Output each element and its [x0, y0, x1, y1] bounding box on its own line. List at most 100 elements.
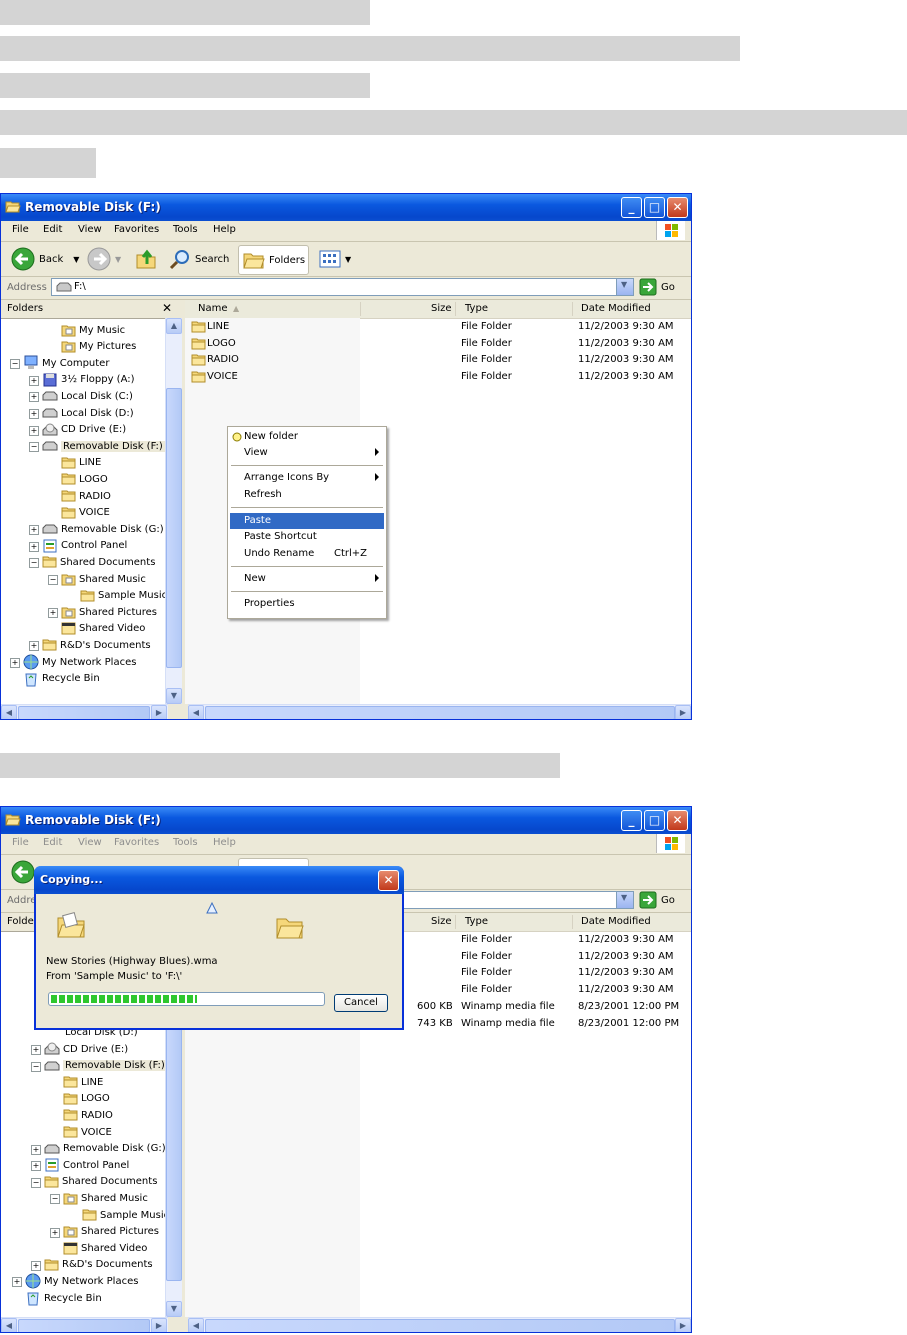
menu-help[interactable]: Help	[213, 224, 236, 235]
tree-item[interactable]: 3½ Floppy (A:)	[42, 372, 135, 388]
scroll-thumb[interactable]	[18, 1319, 150, 1332]
maximize-button[interactable]: □	[644, 197, 665, 218]
scroll-thumb[interactable]	[205, 1319, 675, 1332]
ctx-paste[interactable]: Paste	[230, 513, 384, 529]
column-divider[interactable]	[455, 915, 456, 929]
ctx-new-folder[interactable]: New folder	[230, 429, 384, 445]
dialog-title-bar[interactable]: Copying... ✕	[34, 866, 404, 894]
title-bar[interactable]: Removable Disk (F:) _ □ ✕	[1, 194, 691, 222]
scroll-down-button[interactable]: ▼	[166, 688, 182, 704]
tree-item[interactable]: Shared Pictures	[63, 1224, 159, 1240]
column-divider[interactable]	[572, 915, 573, 929]
tree-item[interactable]: R&D's Documents	[42, 637, 151, 653]
title-bar[interactable]: Removable Disk (F:) _ □ ✕	[1, 807, 691, 835]
close-button[interactable]: ✕	[667, 810, 688, 831]
menu-view[interactable]: View	[78, 224, 102, 235]
address-dropdown-button[interactable]: ▼	[616, 279, 633, 295]
scroll-thumb[interactable]	[166, 388, 182, 668]
list-horizontal-scrollbar[interactable]: ◀ ▶	[188, 704, 691, 719]
back-button[interactable]	[11, 860, 35, 884]
tree-item[interactable]: Shared Documents	[42, 554, 155, 570]
tree-item[interactable]: My Pictures	[61, 339, 136, 355]
menu-favorites[interactable]: Favorites	[114, 837, 159, 848]
up-folder-button[interactable]	[135, 248, 157, 270]
tree-horizontal-scrollbar[interactable]: ◀ ▶	[1, 704, 168, 719]
tree-item[interactable]: Sample Music	[80, 588, 167, 604]
scroll-left-button[interactable]: ◀	[1, 705, 17, 719]
column-divider[interactable]	[455, 302, 456, 316]
tree-item[interactable]: Removable Disk (G:)	[44, 1141, 166, 1157]
column-divider[interactable]	[572, 302, 573, 316]
file-row[interactable]: LINE File Folder 11/2/2003 9:30 AM	[185, 319, 691, 335]
tree-vertical-scrollbar[interactable]: ▲ ▼	[165, 318, 182, 704]
chevron-down-icon[interactable]: ▼	[115, 255, 121, 264]
tree-expander-icon[interactable]: +	[31, 1045, 41, 1055]
back-button[interactable]: Back ▼	[11, 247, 79, 271]
tree-item[interactable]: Shared Pictures	[61, 604, 157, 620]
tree-expander-icon[interactable]: −	[29, 558, 39, 569]
tree-expander-icon[interactable]: +	[10, 658, 20, 668]
menu-edit[interactable]: Edit	[43, 224, 62, 235]
tree-item[interactable]: Control Panel	[44, 1157, 129, 1173]
tree-item[interactable]: Removable Disk (G:)	[42, 521, 164, 537]
tree-item[interactable]: My Network Places	[25, 1273, 138, 1289]
ctx-paste-shortcut[interactable]: Paste Shortcut	[230, 529, 384, 545]
column-divider[interactable]	[360, 302, 361, 316]
scroll-right-button[interactable]: ▶	[675, 705, 691, 719]
cancel-button[interactable]: Cancel	[334, 994, 388, 1012]
address-dropdown-button[interactable]: ▼	[616, 892, 633, 908]
column-date[interactable]: Date Modified	[581, 916, 651, 927]
address-input[interactable]: F:\ ▼	[51, 278, 634, 296]
tree-item[interactable]: Shared Music	[61, 571, 146, 587]
tree-expander-icon[interactable]: −	[31, 1177, 41, 1188]
tree-item[interactable]: LOGO	[63, 1091, 110, 1107]
menu-view[interactable]: View	[78, 837, 102, 848]
go-button[interactable]: Go	[639, 891, 675, 909]
tree-item[interactable]: Shared Music	[63, 1190, 148, 1206]
tree-item[interactable]: Removable Disk (F:)	[44, 1058, 167, 1074]
tree-item[interactable]: CD Drive (E:)	[42, 422, 126, 438]
tree-expander-icon[interactable]: +	[29, 541, 39, 552]
forward-button[interactable]: ▼	[87, 247, 121, 271]
close-pane-icon[interactable]: ✕	[162, 301, 172, 315]
menu-file[interactable]: File	[12, 224, 29, 235]
tree-item[interactable]: Local Disk (C:)	[42, 388, 133, 404]
folders-button[interactable]: Folders	[238, 245, 309, 275]
tree-expander-icon[interactable]: +	[29, 409, 39, 419]
tree-expander-icon[interactable]: −	[50, 1194, 60, 1205]
ctx-undo-rename[interactable]: Undo Rename Ctrl+Z	[230, 546, 384, 562]
column-size[interactable]: Size	[431, 303, 452, 314]
menu-file[interactable]: File	[12, 837, 29, 848]
column-size[interactable]: Size	[431, 916, 452, 927]
scroll-left-button[interactable]: ◀	[188, 1318, 204, 1332]
list-horizontal-scrollbar[interactable]: ◀ ▶	[188, 1317, 691, 1332]
dialog-close-button[interactable]: ✕	[378, 870, 399, 891]
close-button[interactable]: ✕	[667, 197, 688, 218]
column-type[interactable]: Type	[465, 916, 488, 927]
scroll-thumb[interactable]	[18, 706, 150, 719]
column-name[interactable]: Name	[198, 303, 228, 314]
tree-item[interactable]: LINE	[63, 1074, 103, 1090]
tree-expander-icon[interactable]: +	[29, 392, 39, 403]
tree-item[interactable]: LINE	[61, 455, 101, 471]
tree-expander-icon[interactable]: +	[29, 641, 39, 652]
column-date[interactable]: Date Modified	[581, 303, 651, 314]
scroll-left-button[interactable]: ◀	[188, 705, 204, 719]
tree-item[interactable]: Shared Video	[63, 1240, 147, 1256]
chevron-down-icon[interactable]: ▼	[73, 255, 79, 264]
tree-expander-icon[interactable]: +	[48, 608, 58, 619]
tree-item[interactable]: My Music	[61, 322, 125, 338]
ctx-view[interactable]: View	[230, 445, 384, 461]
scroll-right-button[interactable]: ▶	[151, 1318, 167, 1332]
tree-item[interactable]: My Computer	[23, 355, 109, 371]
tree-item[interactable]: VOICE	[63, 1124, 112, 1140]
tree-expander-icon[interactable]: +	[31, 1161, 41, 1172]
scroll-thumb[interactable]	[205, 706, 675, 719]
tree-expander-icon[interactable]: +	[31, 1260, 41, 1271]
minimize-button[interactable]: _	[621, 197, 642, 218]
tree-expander-icon[interactable]: +	[29, 425, 39, 436]
file-row[interactable]: LOGO File Folder 11/2/2003 9:30 AM	[185, 336, 691, 352]
column-type[interactable]: Type	[465, 303, 488, 314]
scroll-right-button[interactable]: ▶	[151, 705, 167, 719]
tree-item[interactable]: R&D's Documents	[44, 1257, 153, 1273]
